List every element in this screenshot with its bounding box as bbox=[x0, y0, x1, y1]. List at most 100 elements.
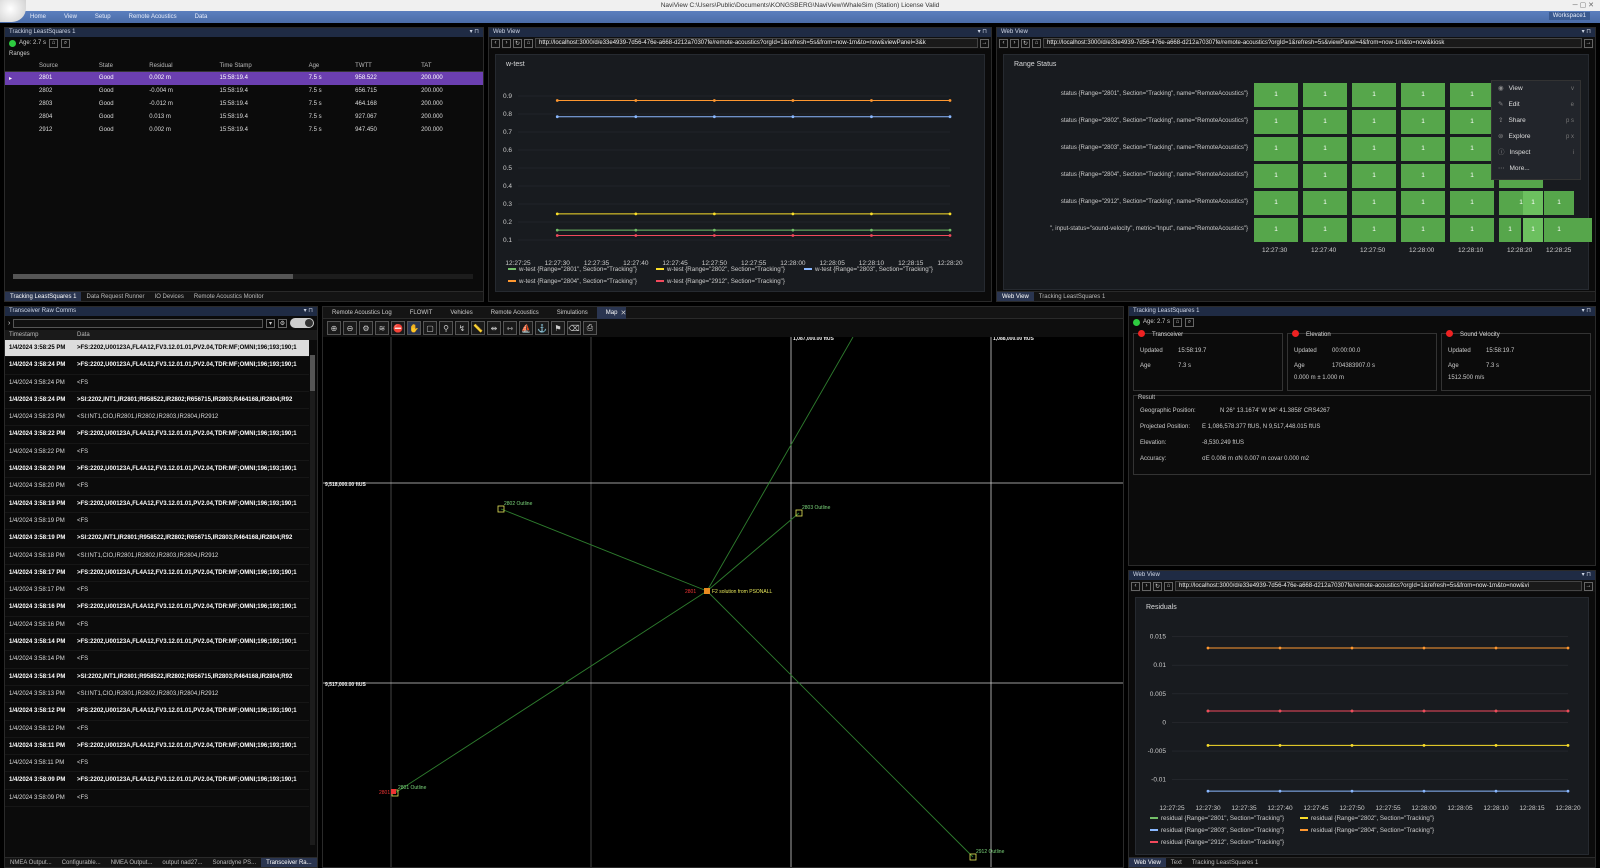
menu-setup[interactable]: Setup bbox=[95, 14, 111, 20]
search-icon[interactable]: ⌕ bbox=[61, 38, 71, 48]
status-cell[interactable]: 1 bbox=[1450, 164, 1494, 188]
zoom-out-icon[interactable]: ⊖ bbox=[343, 321, 357, 335]
status-cell[interactable]: 1 bbox=[1303, 83, 1347, 107]
back-icon[interactable]: ‹ bbox=[491, 38, 500, 48]
list-item[interactable]: 1/4/2024 3:58:14 PM >SI:2202,INT1,IR2801;… bbox=[5, 669, 309, 686]
select-rect-icon[interactable]: ▢ bbox=[423, 321, 437, 335]
col-timestamp[interactable]: Timestamp bbox=[9, 330, 77, 340]
legend-label[interactable]: w-test {Range="2803", Section="Tracking"… bbox=[814, 266, 933, 273]
status-cell[interactable]: 1 bbox=[1401, 137, 1445, 161]
legend-label[interactable]: residual {Range="2804", Section="Trackin… bbox=[1311, 827, 1434, 834]
row-expand-icon[interactable]: ▸ bbox=[5, 71, 35, 85]
menu-data[interactable]: Data bbox=[195, 14, 208, 20]
status-cell[interactable]: 1 bbox=[1254, 218, 1298, 242]
col-tat[interactable]: TAT bbox=[417, 61, 483, 72]
list-item[interactable]: 1/4/2024 3:58:22 PM <FS bbox=[5, 444, 309, 462]
refresh-icon[interactable]: ↻ bbox=[1021, 38, 1030, 48]
ruler-icon[interactable]: 📏 bbox=[471, 321, 485, 335]
autoscroll-toggle[interactable] bbox=[290, 318, 314, 328]
legend-label[interactable]: w-test {Range="2912", Section="Tracking"… bbox=[666, 278, 785, 285]
status-cell[interactable]: 1 bbox=[1303, 218, 1347, 242]
list-item[interactable]: 1/4/2024 3:58:23 PM <SI:INT1,CIO,IR2801,I… bbox=[5, 409, 309, 427]
status-cell[interactable]: 1 bbox=[1450, 110, 1494, 134]
list-item[interactable]: 1/4/2024 3:58:11 PM <FS bbox=[5, 755, 309, 773]
map-tab-3[interactable]: Remote Acoustics bbox=[482, 307, 548, 319]
status-cell[interactable]: 1 bbox=[1401, 83, 1445, 107]
zoom-in-icon[interactable]: ⊕ bbox=[327, 321, 341, 335]
legend-label[interactable]: w-test {Range="2802", Section="Tracking"… bbox=[666, 266, 785, 273]
map-tab-0[interactable]: Remote Acoustics Log bbox=[323, 307, 401, 319]
table-row[interactable]: 2802 Good -0.004 m 15:58:19.4 7.5 s 656.715 20… bbox=[5, 85, 483, 98]
status-cell[interactable]: 1 bbox=[1352, 218, 1396, 242]
status-cell[interactable]: 1 bbox=[1303, 110, 1347, 134]
list-item[interactable]: 1/4/2024 3:58:14 PM <FS bbox=[5, 651, 309, 669]
tab-tracking-leastsquares[interactable]: Tracking LeastSquares 1 bbox=[5, 291, 82, 301]
forward-icon[interactable]: › bbox=[502, 38, 511, 48]
layers-icon[interactable]: ≋ bbox=[375, 321, 389, 335]
status-cell[interactable]: 1 bbox=[1352, 83, 1396, 107]
status-cell[interactable]: 1 bbox=[1401, 191, 1445, 215]
status-cell[interactable]: 1 bbox=[1254, 164, 1298, 188]
ruler-three-icon[interactable]: ⇿ bbox=[503, 321, 517, 335]
list-item[interactable]: 1/4/2024 3:58:19 PM <FS bbox=[5, 513, 309, 531]
horizontal-scrollbar[interactable] bbox=[13, 274, 473, 279]
list-item[interactable]: 1/4/2024 3:58:19 PM >FS:2202,U00123A,FL4A… bbox=[5, 496, 309, 513]
row-expand-icon[interactable] bbox=[5, 85, 35, 98]
status-cell[interactable]: 1 bbox=[1352, 164, 1396, 188]
row-expand-icon[interactable] bbox=[5, 124, 35, 137]
legend-label[interactable]: w-test {Range="2804", Section="Tracking"… bbox=[518, 278, 637, 285]
list-item[interactable]: 1/4/2024 3:58:14 PM >FS:2202,U00123A,FL4A… bbox=[5, 634, 309, 652]
status-cell[interactable]: 1 bbox=[1499, 218, 1521, 242]
menu-remote-acoustics[interactable]: Remote Acoustics bbox=[129, 14, 177, 20]
status-cell[interactable]: 1 bbox=[1401, 110, 1445, 134]
vessel-marker[interactable] bbox=[704, 588, 710, 594]
home-icon[interactable]: ⌂ bbox=[524, 38, 533, 48]
settings-icon[interactable]: ⚙ bbox=[359, 321, 373, 335]
menu-view[interactable]: View bbox=[64, 14, 77, 20]
tab-web-view[interactable]: Web View bbox=[997, 291, 1034, 301]
list-item[interactable]: 1/4/2024 3:58:17 PM <FS bbox=[5, 582, 309, 600]
list-item[interactable]: 1/4/2024 3:58:09 PM <FS bbox=[5, 790, 309, 808]
list-item[interactable]: 1/4/2024 3:58:12 PM >FS:2202,U00123A,FL4A… bbox=[5, 703, 309, 721]
pin-marker-icon[interactable]: ⚲ bbox=[439, 321, 453, 335]
legend-label[interactable]: residual {Range="2801", Section="Trackin… bbox=[1161, 815, 1284, 822]
context-menu-share[interactable]: ⇪ Share p s bbox=[1492, 113, 1580, 129]
alert-marker[interactable] bbox=[391, 789, 396, 794]
map-canvas[interactable]: 1,087,000.00 ftUS 1,088,000.00 ftUS 9,518,… bbox=[323, 337, 1123, 867]
context-menu-inspect[interactable]: ⓘ Inspect i bbox=[1492, 145, 1580, 161]
row-expand-icon[interactable] bbox=[5, 111, 35, 124]
list-item[interactable]: 1/4/2024 3:58:20 PM >FS:2202,U00123A,FL4A… bbox=[5, 461, 309, 479]
list-item[interactable]: 1/4/2024 3:58:25 PM >FS:2202,U00123A,FL4A… bbox=[5, 340, 309, 358]
status-cell[interactable]: 1 bbox=[1352, 110, 1396, 134]
status-cell[interactable]: 1 bbox=[1254, 191, 1298, 215]
back-icon[interactable]: ‹ bbox=[1131, 581, 1140, 591]
vertical-scrollbar[interactable] bbox=[310, 355, 315, 845]
url-input[interactable]: http://localhost:3000/d/e33e4939-7d56-47… bbox=[535, 38, 978, 48]
map-tab-4[interactable]: Simulations bbox=[548, 307, 597, 319]
back-icon[interactable]: ‹ bbox=[999, 38, 1008, 48]
go-icon[interactable]: → bbox=[1584, 38, 1593, 48]
status-cell[interactable]: 1 bbox=[1352, 137, 1396, 161]
home-icon[interactable]: ⌂ bbox=[1173, 317, 1183, 327]
status-cell[interactable]: 1 bbox=[1544, 218, 1574, 242]
expand-icon[interactable]: › bbox=[8, 320, 10, 327]
list-item[interactable]: 1/4/2024 3:58:12 PM <FS bbox=[5, 721, 309, 738]
status-cell[interactable]: 1 bbox=[1303, 191, 1347, 215]
go-icon[interactable]: → bbox=[1584, 581, 1593, 591]
context-menu-edit[interactable]: ✎ Edit e bbox=[1492, 97, 1580, 113]
list-item[interactable]: 1/4/2024 3:58:22 PM >FS:2202,U00123A,FL4A… bbox=[5, 426, 309, 444]
legend-label[interactable]: w-test {Range="2801", Section="Tracking"… bbox=[518, 266, 637, 273]
map-tab-1[interactable]: FLOWIT bbox=[401, 307, 442, 319]
url-input[interactable]: http://localhost:3000/d/e33e4939-7d56-47… bbox=[1175, 581, 1582, 591]
tab-raw-4[interactable]: Sonardyne PS... bbox=[207, 858, 261, 868]
pin-icon[interactable]: ▾ ⊓ bbox=[1582, 28, 1591, 37]
tab-tracking-leastsquares[interactable]: Tracking LeastSquares 1 bbox=[1034, 292, 1110, 302]
col-residual[interactable]: Residual bbox=[145, 61, 216, 72]
refresh-icon[interactable]: ↻ bbox=[1153, 581, 1162, 591]
pan-hand-icon[interactable]: ✋ bbox=[407, 321, 421, 335]
forward-icon[interactable]: › bbox=[1010, 38, 1019, 48]
list-item[interactable]: 1/4/2024 3:58:16 PM >FS:2202,U00123A,FL4A… bbox=[5, 599, 309, 617]
window-controls[interactable]: ─ ▢ ✕ bbox=[1573, 0, 1594, 11]
pin-icon[interactable]: ▾ ⊓ bbox=[978, 28, 987, 37]
menu-home[interactable]: Home bbox=[30, 14, 46, 20]
